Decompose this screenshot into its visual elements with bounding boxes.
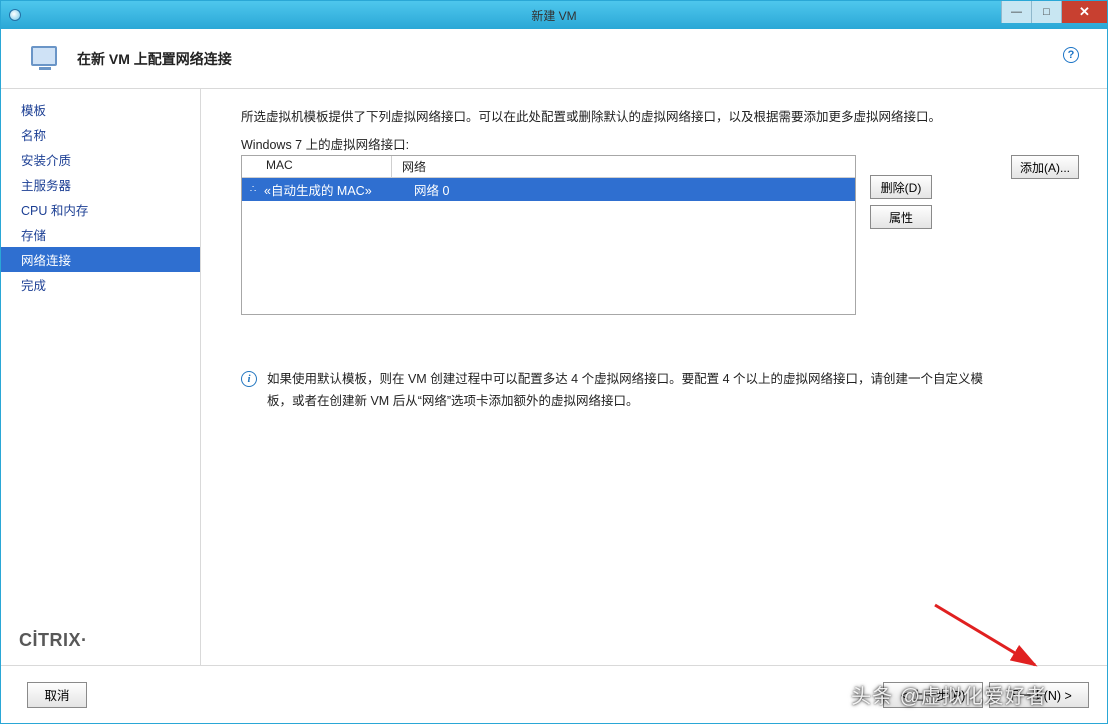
info-text: 如果使用默认模板，则在 VM 创建过程中可以配置多达 4 个虚拟网络接口。要配置… [267, 369, 1001, 413]
window-controls: — □ ✕ [1001, 1, 1107, 23]
window-title: 新建 VM [531, 7, 576, 24]
nic-row[interactable]: ∴ «自动生成的 MAC» 网络 0 [242, 178, 855, 201]
window-frame: 新建 VM — □ ✕ 在新 VM 上配置网络连接 ? 模板 名称 安装介质 主… [0, 0, 1108, 724]
wizard-steps: 模板 名称 安装介质 主服务器 CPU 和内存 存储 网络连接 完成 [1, 97, 200, 630]
nic-listbox[interactable]: MAC 网络 ∴ «自动生成的 MAC» 网络 0 [241, 155, 856, 315]
col-mac[interactable]: MAC [242, 156, 392, 177]
brand-logo: CİTRIX· [1, 630, 200, 665]
help-icon[interactable]: ? [1063, 47, 1079, 63]
step-template[interactable]: 模板 [1, 97, 200, 122]
maximize-button[interactable]: □ [1031, 1, 1061, 23]
nic-side-buttons: 删除(D) 属性 [870, 175, 932, 229]
step-install[interactable]: 安装介质 [1, 147, 200, 172]
wizard-main: 所选虚拟机模板提供了下列虚拟网络接口。可以在此处配置或删除默认的虚拟网络接口，以… [201, 89, 1107, 665]
wizard-body: 模板 名称 安装介质 主服务器 CPU 和内存 存储 网络连接 完成 CİTRI… [1, 89, 1107, 665]
titlebar[interactable]: 新建 VM — □ ✕ [1, 1, 1107, 29]
delete-button[interactable]: 删除(D) [870, 175, 932, 199]
network-row: MAC 网络 ∴ «自动生成的 MAC» 网络 0 删除(D) 属性 [241, 155, 1079, 315]
list-label: Windows 7 上的虚拟网络接口: [241, 134, 1079, 153]
vm-icon [31, 46, 59, 72]
info-icon: i [241, 371, 257, 387]
add-button[interactable]: 添加(A)... [1011, 155, 1079, 179]
step-finish[interactable]: 完成 [1, 272, 200, 297]
wizard-sidebar: 模板 名称 安装介质 主服务器 CPU 和内存 存储 网络连接 完成 CİTRI… [1, 89, 201, 665]
close-button[interactable]: ✕ [1061, 1, 1107, 23]
step-network[interactable]: 网络连接 [1, 247, 200, 272]
nic-network: 网络 0 [414, 180, 855, 199]
app-icon [9, 9, 21, 21]
wizard-footer: 取消 < 上一步(P) 下一步(N) > [1, 665, 1107, 723]
minimize-button[interactable]: — [1001, 1, 1031, 23]
col-network[interactable]: 网络 [392, 156, 855, 177]
step-storage[interactable]: 存储 [1, 222, 200, 247]
info-block: i 如果使用默认模板，则在 VM 创建过程中可以配置多达 4 个虚拟网络接口。要… [241, 369, 1001, 413]
next-button[interactable]: 下一步(N) > [989, 682, 1089, 708]
nic-icon: ∴ [242, 184, 264, 195]
properties-button[interactable]: 属性 [870, 205, 932, 229]
nic-mac: «自动生成的 MAC» [264, 180, 414, 199]
nic-columns: MAC 网络 [242, 156, 855, 178]
page-subtitle: 在新 VM 上配置网络连接 [77, 49, 232, 69]
step-cpu-mem[interactable]: CPU 和内存 [1, 197, 200, 222]
step-homeserver[interactable]: 主服务器 [1, 172, 200, 197]
step-name[interactable]: 名称 [1, 122, 200, 147]
intro-text: 所选虚拟机模板提供了下列虚拟网络接口。可以在此处配置或删除默认的虚拟网络接口，以… [241, 107, 1031, 128]
prev-button[interactable]: < 上一步(P) [883, 682, 983, 708]
wizard-header: 在新 VM 上配置网络连接 ? [1, 29, 1107, 89]
cancel-button[interactable]: 取消 [27, 682, 87, 708]
